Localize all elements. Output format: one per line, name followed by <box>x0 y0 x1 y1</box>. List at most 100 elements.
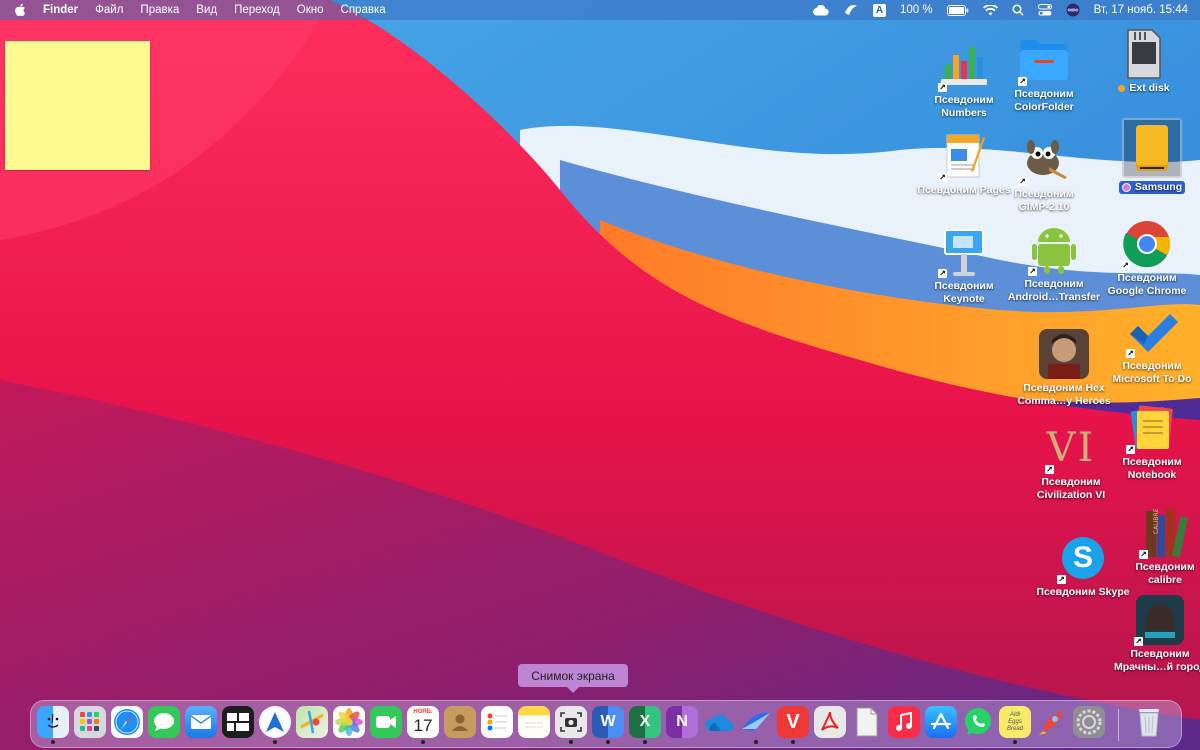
launchpad-icon <box>74 706 106 738</box>
dock-messages[interactable] <box>148 706 180 738</box>
dock-whatsapp[interactable] <box>962 706 994 738</box>
rocket-icon <box>1036 706 1068 738</box>
dock-word[interactable]: W <box>592 706 624 744</box>
onenote-icon: N <box>666 706 698 738</box>
battery-icon[interactable] <box>946 4 969 16</box>
notes-icon <box>518 706 550 738</box>
dock-send-app[interactable] <box>259 706 291 744</box>
svg-text:CALIBRE: CALIBRE <box>1153 508 1160 534</box>
dock-safari[interactable] <box>111 706 143 738</box>
sync-app-icon[interactable] <box>843 3 859 17</box>
dock-launchpad[interactable] <box>74 706 106 738</box>
desktop-icon-hex-commanders-alias[interactable]: Псевдоним Hex Comma…y Heroes <box>1014 326 1114 408</box>
mission-control-icon <box>222 706 254 738</box>
dock-facetime[interactable] <box>370 706 402 738</box>
desktop-icon-skype-alias[interactable]: S ↗ Псевдоним Skype <box>1033 530 1133 599</box>
android-icon: ↗ <box>1026 222 1082 278</box>
dock-contacts[interactable] <box>444 706 476 738</box>
todo-icon: ↗ <box>1124 304 1180 360</box>
control-center-icon[interactable] <box>1037 4 1052 16</box>
desktop-icon-colorfolder-alias[interactable]: ↗ Псевдоним ColorFolder <box>994 32 1094 114</box>
dock-onenote[interactable]: N <box>666 706 698 738</box>
dock-separator <box>1118 709 1119 741</box>
game-hero-icon <box>1036 326 1092 382</box>
dock-tooltip: Снимок экрана <box>518 664 628 693</box>
dock-rocket-app[interactable] <box>1036 706 1068 738</box>
dock-document[interactable] <box>851 706 883 738</box>
dock-mail[interactable] <box>185 706 217 738</box>
spotlight-search-icon[interactable] <box>1012 4 1024 16</box>
system-preferences-icon <box>1073 706 1105 738</box>
desktop-icon-android-file-transfer-alias[interactable]: ↗ Псевдоним Android…Transfer <box>1004 222 1104 304</box>
menu-window[interactable]: Окно <box>297 4 324 16</box>
document-icon <box>851 706 883 738</box>
desktop-icon-samsung-drive[interactable]: Samsung <box>1102 118 1200 194</box>
vivaldi-icon: V <box>777 706 809 738</box>
dock-system-preferences[interactable] <box>1073 706 1105 738</box>
keynote-icon: ↗ <box>936 224 992 280</box>
maps-icon <box>296 706 328 738</box>
menu-go[interactable]: Переход <box>234 4 280 16</box>
desktop-icon-dark-city-alias[interactable]: ↗ Псевдоним Мрачны…й город <box>1110 592 1200 674</box>
dock-maps[interactable] <box>296 706 328 738</box>
menubar-clock[interactable]: Вт, 17 нояб. 15:44 <box>1094 4 1188 16</box>
stickies-icon: Aldi Eggs Bread <box>999 706 1031 738</box>
game-city-icon: ↗ <box>1132 592 1188 648</box>
dock-photos[interactable] <box>333 706 365 738</box>
desktop-icon-ext-disk[interactable]: Ext disk <box>1094 26 1194 95</box>
finder-icon <box>37 706 69 738</box>
calibre-icon: CALIBRE ↗ <box>1137 505 1193 561</box>
trash-icon <box>1133 706 1165 738</box>
menu-file[interactable]: Файл <box>95 4 123 16</box>
desktop-icon-notebook-alias[interactable]: ↗ Псевдоним Notebook <box>1102 400 1200 482</box>
contacts-icon <box>444 706 476 738</box>
dock-reminders[interactable] <box>481 706 513 738</box>
calendar-icon: НОЯБ. 17 <box>407 706 439 738</box>
purple-tag-icon <box>1121 182 1131 192</box>
sd-card-icon <box>1116 26 1172 82</box>
dock-finder[interactable] <box>37 706 69 744</box>
dock-excel[interactable]: X <box>629 706 661 744</box>
facetime-icon <box>370 706 402 738</box>
dock-music[interactable] <box>888 706 920 738</box>
dock-mission-control[interactable] <box>222 706 254 738</box>
dock-trash[interactable] <box>1133 706 1165 738</box>
apple-menu-icon[interactable] <box>14 3 26 17</box>
dock-stickies[interactable]: Aldi Eggs Bread <box>999 706 1031 744</box>
chrome-icon: ↗ <box>1119 216 1175 272</box>
dock-airmail[interactable] <box>740 706 772 744</box>
sticky-note-window[interactable] <box>5 41 150 170</box>
dock-onedrive[interactable] <box>703 706 735 738</box>
dock-notes[interactable] <box>518 706 550 738</box>
dock-vivaldi[interactable]: V <box>777 706 809 744</box>
dock-app-store[interactable] <box>925 706 957 738</box>
skype-icon: S ↗ <box>1055 530 1111 586</box>
reminders-icon <box>481 706 513 738</box>
messages-icon <box>148 706 180 738</box>
wifi-icon[interactable] <box>982 4 998 16</box>
dock-acrobat[interactable] <box>814 706 846 738</box>
desktop-icon-gimp-alias[interactable]: ↗ Псевдоним GIMP-2.10 <box>994 132 1094 214</box>
menu-edit[interactable]: Правка <box>140 4 179 16</box>
gimp-icon: ↗ <box>1016 132 1072 188</box>
siri-icon[interactable] <box>1066 3 1080 17</box>
dock-screenshot[interactable] <box>555 706 587 744</box>
mail-icon <box>185 706 217 738</box>
screenshot-icon <box>555 706 587 738</box>
desktop-icon-microsoft-todo-alias[interactable]: ↗ Псевдоним Microsoft To Do <box>1102 304 1200 386</box>
notebook-icon: ↗ <box>1124 400 1180 456</box>
airmail-icon <box>740 706 772 738</box>
word-icon: W <box>592 706 624 738</box>
menu-bar: Finder Файл Правка Вид Переход Окно Спра… <box>0 0 1200 20</box>
dock-calendar[interactable]: НОЯБ. 17 <box>407 706 439 744</box>
photos-icon <box>333 706 365 738</box>
menu-finder[interactable]: Finder <box>43 4 78 16</box>
menu-view[interactable]: Вид <box>196 4 217 16</box>
desktop-icon-chrome-alias[interactable]: ↗ Псевдоним Google Chrome <box>1097 216 1197 298</box>
input-source-indicator[interactable]: A <box>873 3 886 17</box>
external-drive-icon <box>1122 118 1182 178</box>
send-icon <box>259 706 291 738</box>
icloud-icon[interactable] <box>812 4 829 16</box>
menu-help[interactable]: Справка <box>341 4 386 16</box>
desktop-icon-keynote-alias[interactable]: ↗ Псевдоним Keynote <box>914 224 1014 306</box>
